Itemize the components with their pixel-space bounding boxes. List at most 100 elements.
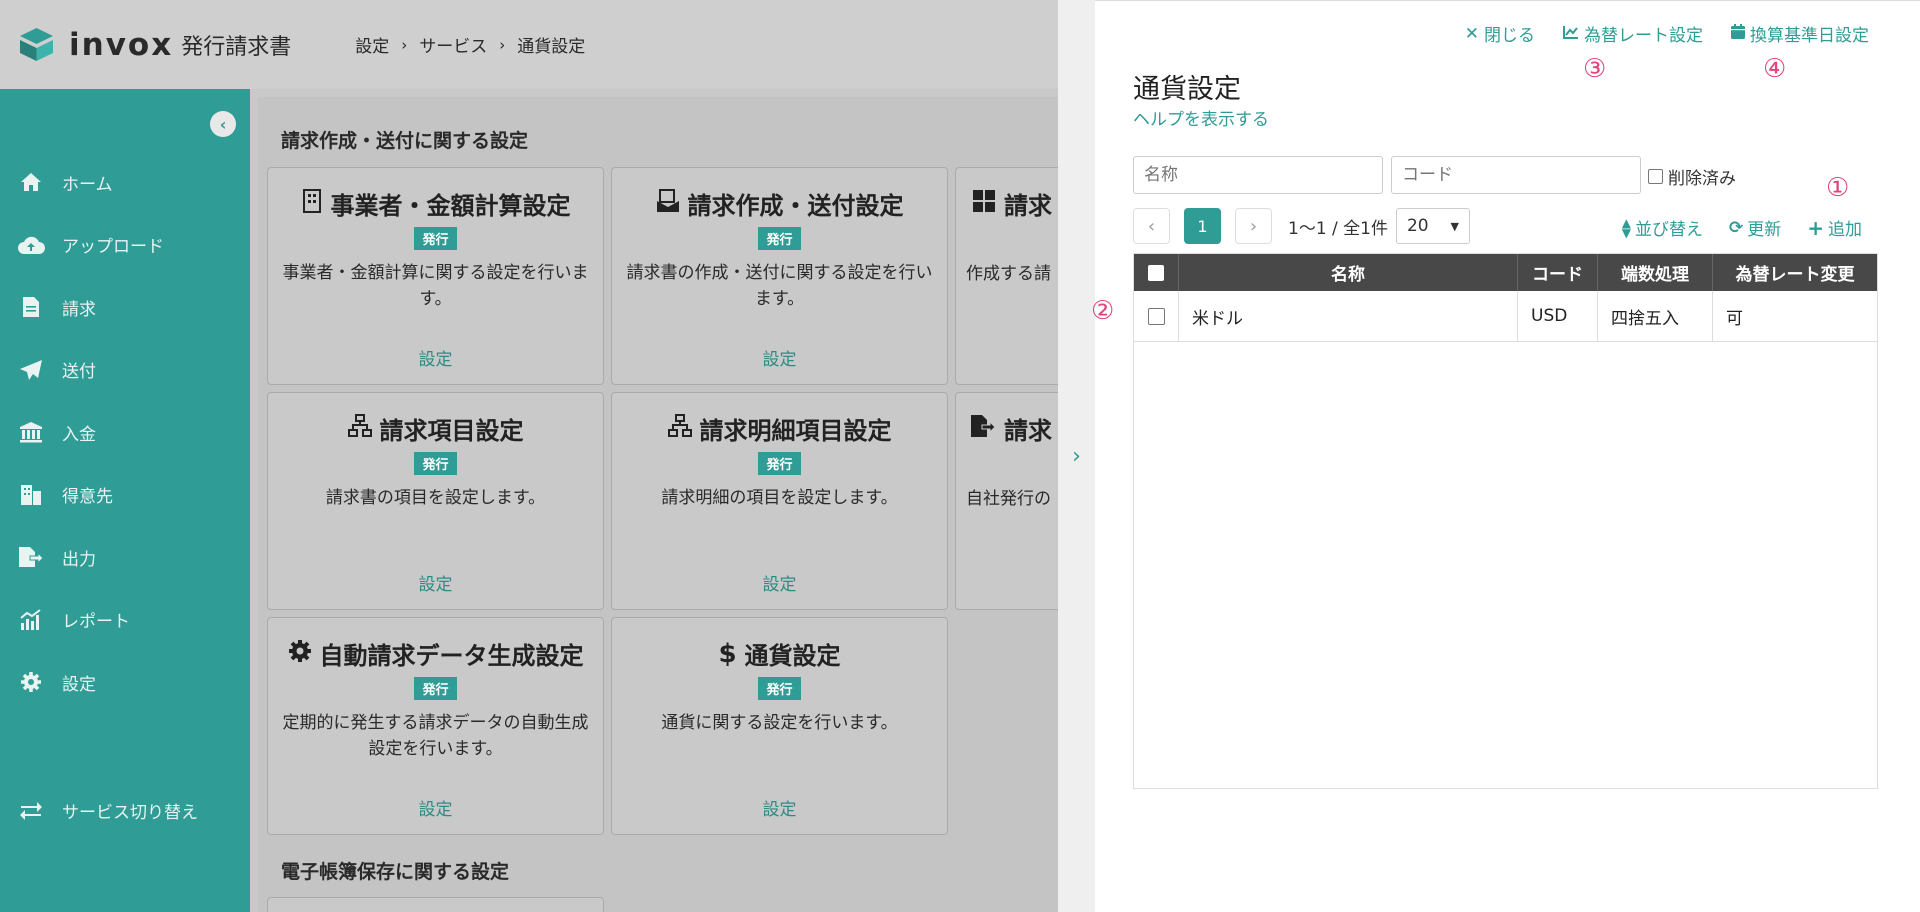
card-title: 事業者・金額計算設定 [330, 192, 571, 220]
building-icon [301, 188, 323, 219]
card-badge: 発行 [414, 227, 457, 250]
settings-card[interactable]: 請求明細項目設定 発行 請求明細の項目を設定します。 設定 [611, 392, 948, 610]
page-title: 通貨設定 [1133, 74, 1241, 105]
sort-icon: ▲ ▼ [1621, 215, 1631, 240]
sidebar-item-home[interactable]: ホーム [0, 151, 250, 214]
column-header-fx-change[interactable]: 為替レート変更 [1713, 254, 1877, 291]
card-title: 自動請求データ生成設定 [319, 642, 584, 670]
sidebar-item-label: 請求 [62, 299, 96, 320]
page-size-select[interactable]: 20 ▼ [1395, 208, 1470, 244]
app-background: invox 発行請求書 設定 › サービス › 通貨設定 ‹ ホーム アップロー… [0, 0, 1058, 912]
row-checkbox[interactable] [1147, 307, 1165, 325]
logo[interactable]: invox 発行請求書 [18, 26, 291, 63]
base-date-settings-button[interactable]: 換算基準日設定 [1731, 21, 1869, 46]
section-title: 電子帳簿保存に関する設定 [281, 861, 510, 883]
add-label: 追加 [1828, 220, 1862, 240]
settings-card[interactable]: 請求作成・送付設定 発行 請求書の作成・送付に関する設定を行います。 設定 [611, 167, 948, 385]
dollar-icon: $ [718, 638, 737, 669]
settings-card[interactable] [267, 897, 604, 912]
add-button[interactable]: + 追加 [1807, 215, 1862, 241]
currency-table: 名称 コード 端数処理 為替レート変更 米ドル USD 四捨五入 可 [1133, 253, 1878, 789]
prev-page-button[interactable]: ‹ [1133, 208, 1170, 244]
settings-content: 請求作成・送付に関する設定 事業者・金額計算設定 発行 事業者・金額計算に関する… [258, 97, 1058, 912]
sidebar-item-label: ホーム [62, 174, 113, 195]
annotation-marker-2: ② [1091, 296, 1115, 326]
drawer-toggle[interactable]: › [1058, 0, 1095, 912]
select-all-cell [1134, 254, 1179, 291]
card-settings-link[interactable]: 設定 [268, 570, 603, 595]
column-header-code[interactable]: コード [1518, 254, 1598, 291]
invoice-send-icon [656, 188, 680, 219]
sidebar-item-send[interactable]: 送付 [0, 339, 250, 402]
breadcrumb-item-currency: 通貨設定 [517, 37, 586, 57]
code-filter-input[interactable] [1391, 156, 1641, 194]
sidebar-item-payment[interactable]: 入金 [0, 401, 250, 464]
card-settings-link[interactable]: 設定 [612, 570, 947, 595]
chevron-right-icon: › [1072, 443, 1081, 469]
logo-mark-icon [18, 26, 55, 63]
grid-icon [972, 189, 996, 219]
settings-card[interactable]: $ 通貨設定 発行 通貨に関する設定を行います。 設定 [611, 617, 948, 835]
file-export-icon [970, 414, 996, 444]
card-title: 請求明細項目設定 [699, 417, 892, 445]
card-settings-link[interactable]: 設定 [612, 795, 947, 820]
card-title: 通貨設定 [744, 642, 841, 670]
card-badge: 発行 [414, 452, 457, 475]
building-icon [16, 482, 46, 508]
settings-card[interactable]: 自動請求データ生成設定 発行 定期的に発生する請求データの自動生成設定を行います… [267, 617, 604, 835]
close-label: 閉じる [1484, 26, 1535, 46]
sidebar-item-label: 入金 [62, 424, 96, 445]
close-button[interactable]: ✕ 閉じる [1465, 21, 1535, 47]
breadcrumb-item-service[interactable]: サービス [419, 32, 487, 57]
checkbox[interactable] [1648, 169, 1663, 184]
card-title-row: 請求 [956, 186, 1058, 221]
sidebar-item-switch[interactable]: サービス切り替え [0, 779, 250, 842]
card-badge: 発行 [758, 227, 801, 250]
sidebar-item-label: 出力 [62, 549, 96, 570]
sidebar-item-label: 設定 [62, 674, 96, 695]
current-page-button[interactable]: 1 [1184, 208, 1221, 244]
card-settings-link[interactable]: 設定 [612, 345, 947, 370]
annotation-marker-1: ① [1826, 173, 1850, 203]
sidebar-item-clients[interactable]: 得意先 [0, 464, 250, 527]
column-header-rounding[interactable]: 端数処理 [1598, 254, 1713, 291]
sidebar-nav: ホーム アップロード 請求 送付 入金 得意先 出力 レポート 設定 [0, 151, 250, 714]
card-badge: 発行 [414, 677, 457, 700]
name-filter-input[interactable] [1133, 156, 1383, 194]
settings-card[interactable]: 請求 作成する請 [955, 167, 1058, 385]
breadcrumb-item-settings[interactable]: 設定 [355, 32, 389, 57]
cloud-upload-icon [16, 232, 46, 258]
bank-icon [16, 419, 46, 445]
sidebar-item-export[interactable]: 出力 [0, 526, 250, 589]
refresh-button[interactable]: ⟳ 更新 [1729, 215, 1781, 241]
sidebar-collapse-button[interactable]: ‹ [210, 111, 236, 137]
card-title: 請求作成・送付設定 [687, 192, 904, 220]
select-all-checkbox[interactable] [1148, 264, 1164, 281]
sidebar-item-report[interactable]: レポート [0, 589, 250, 652]
sidebar-item-upload[interactable]: アップロード [0, 214, 250, 277]
card-settings-link[interactable]: 設定 [268, 345, 603, 370]
chevron-right-icon: › [1249, 215, 1258, 237]
row-select-cell [1134, 291, 1179, 341]
sidebar-service-switch[interactable]: サービス切り替え [0, 779, 250, 842]
sidebar-item-invoice[interactable]: 請求 [0, 276, 250, 339]
fx-rate-settings-button[interactable]: 為替レート設定 [1563, 21, 1703, 46]
chevron-left-icon: ‹ [1147, 215, 1156, 237]
settings-card[interactable]: 請求 自社発行の [955, 392, 1058, 610]
column-header-name[interactable]: 名称 [1179, 254, 1518, 291]
sitemap-icon [667, 413, 692, 444]
settings-card[interactable]: 事業者・金額計算設定 発行 事業者・金額計算に関する設定を行います。 設定 [267, 167, 604, 385]
card-description: 請求書の作成・送付に関する設定を行います。 [626, 263, 933, 309]
sidebar-item-settings[interactable]: 設定 [0, 651, 250, 714]
next-page-button[interactable]: › [1235, 208, 1272, 244]
caret-down-icon: ▼ [1450, 219, 1459, 233]
sidebar-item-label: 得意先 [62, 487, 113, 508]
show-deleted-checkbox[interactable]: 削除済み [1648, 164, 1736, 189]
sort-button[interactable]: ▲ ▼ 並び替え [1621, 215, 1703, 241]
card-settings-link[interactable]: 設定 [268, 795, 603, 820]
settings-card[interactable]: 請求項目設定 発行 請求書の項目を設定します。 設定 [267, 392, 604, 610]
annotation-marker-4: ④ [1763, 54, 1787, 84]
help-link[interactable]: ヘルプを表示する [1133, 105, 1269, 130]
base-date-label: 換算基準日設定 [1750, 26, 1869, 46]
table-row[interactable]: 米ドル USD 四捨五入 可 [1134, 291, 1877, 342]
